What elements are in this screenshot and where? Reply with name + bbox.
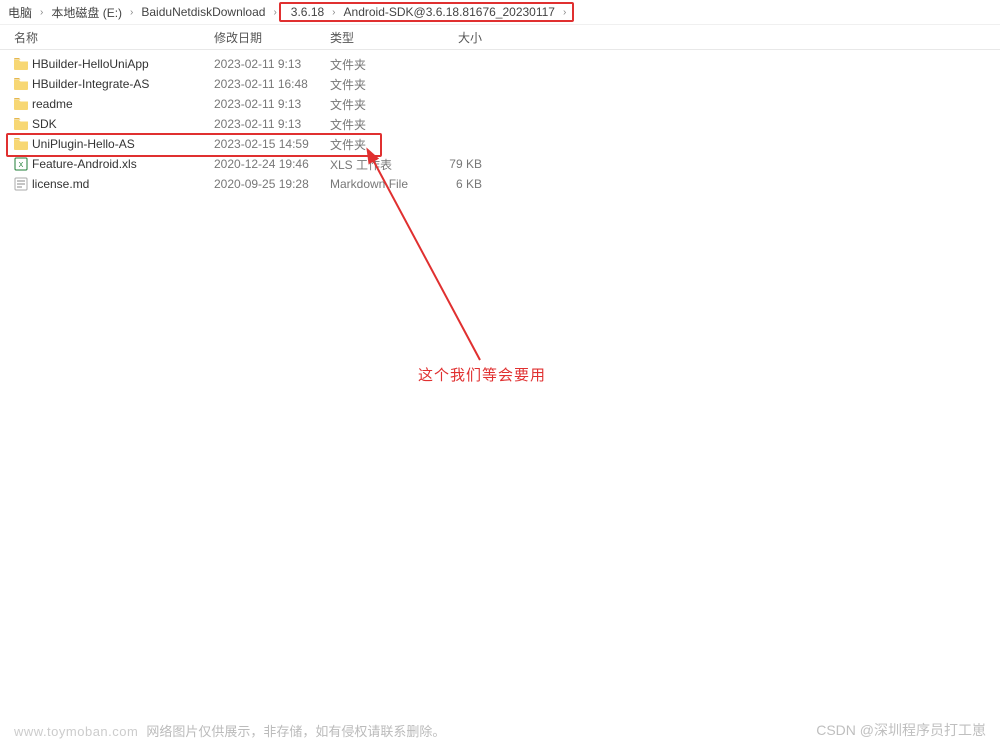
file-type: 文件夹 <box>330 76 420 93</box>
footer-domain: www.toymoban.com <box>14 724 138 739</box>
chevron-right-icon: › <box>561 7 568 18</box>
annotation-text: 这个我们等会要用 <box>418 364 546 385</box>
file-date: 2020-12-24 19:46 <box>214 157 330 171</box>
file-size: 6 KB <box>420 177 490 191</box>
md-icon <box>14 177 32 191</box>
file-date: 2023-02-11 9:13 <box>214 117 330 131</box>
table-row[interactable]: license.md2020-09-25 19:28Markdown File6… <box>0 174 1000 194</box>
header-size[interactable]: 大小 <box>420 29 490 46</box>
table-row[interactable]: UniPlugin-Hello-AS2023-02-15 14:59文件夹 <box>0 134 1000 154</box>
table-row[interactable]: SDK2023-02-11 9:13文件夹 <box>0 114 1000 134</box>
breadcrumb-highlight: 3.6.18 › Android-SDK@3.6.18.81676_202301… <box>279 2 575 22</box>
xls-icon: X <box>14 157 32 171</box>
breadcrumb: 电脑 › 本地磁盘 (E:) › BaiduNetdiskDownload › … <box>0 0 1000 24</box>
crumb-root[interactable]: 电脑 <box>2 2 38 23</box>
file-date: 2023-02-11 16:48 <box>214 77 330 91</box>
file-name: UniPlugin-Hello-AS <box>32 137 214 151</box>
folder-icon <box>14 58 32 70</box>
file-name: HBuilder-Integrate-AS <box>32 77 214 91</box>
header-name[interactable]: 名称 <box>14 29 214 46</box>
chevron-right-icon: › <box>271 7 278 18</box>
chevron-right-icon: › <box>330 7 337 18</box>
header-type[interactable]: 类型 <box>330 29 420 46</box>
file-type: XLS 工作表 <box>330 156 420 173</box>
svg-text:X: X <box>19 162 24 169</box>
file-date: 2023-02-11 9:13 <box>214 97 330 111</box>
file-type: 文件夹 <box>330 116 420 133</box>
file-size: 79 KB <box>420 157 490 171</box>
table-row[interactable]: HBuilder-Integrate-AS2023-02-11 16:48文件夹 <box>0 74 1000 94</box>
file-date: 2020-09-25 19:28 <box>214 177 330 191</box>
footer-text: 网络图片仅供展示，非存储，如有侵权请联系删除。 <box>146 721 445 740</box>
file-type: 文件夹 <box>330 96 420 113</box>
file-name: readme <box>32 97 214 111</box>
folder-icon <box>14 138 32 150</box>
crumb-folder1[interactable]: BaiduNetdiskDownload <box>135 3 271 21</box>
chevron-right-icon: › <box>38 7 45 18</box>
file-name: HBuilder-HelloUniApp <box>32 57 214 71</box>
table-row[interactable]: readme2023-02-11 9:13文件夹 <box>0 94 1000 114</box>
folder-icon <box>14 98 32 110</box>
file-date: 2023-02-15 14:59 <box>214 137 330 151</box>
file-type: Markdown File <box>330 177 420 191</box>
table-row[interactable]: HBuilder-HelloUniApp2023-02-11 9:13文件夹 <box>0 54 1000 74</box>
file-type: 文件夹 <box>330 56 420 73</box>
crumb-folder2[interactable]: 3.6.18 <box>285 5 330 19</box>
file-list: HBuilder-HelloUniApp2023-02-11 9:13文件夹HB… <box>0 50 1000 194</box>
crumb-folder3[interactable]: Android-SDK@3.6.18.81676_20230117 <box>338 5 561 19</box>
folder-icon <box>14 78 32 90</box>
crumb-drive[interactable]: 本地磁盘 (E:) <box>45 2 128 23</box>
header-date[interactable]: 修改日期 <box>214 29 330 46</box>
file-type: 文件夹 <box>330 136 420 153</box>
table-row[interactable]: X Feature-Android.xls2020-12-24 19:46XLS … <box>0 154 1000 174</box>
file-date: 2023-02-11 9:13 <box>214 57 330 71</box>
file-name: Feature-Android.xls <box>32 157 214 171</box>
column-headers: 名称 修改日期 类型 大小 <box>0 24 1000 50</box>
file-name: license.md <box>32 177 214 191</box>
chevron-right-icon: › <box>128 7 135 18</box>
watermark: CSDN @深圳程序员打工崽 <box>816 720 986 740</box>
footer: www.toymoban.com 网络图片仅供展示，非存储，如有侵权请联系删除。 <box>14 721 445 740</box>
folder-icon <box>14 118 32 130</box>
file-name: SDK <box>32 117 214 131</box>
